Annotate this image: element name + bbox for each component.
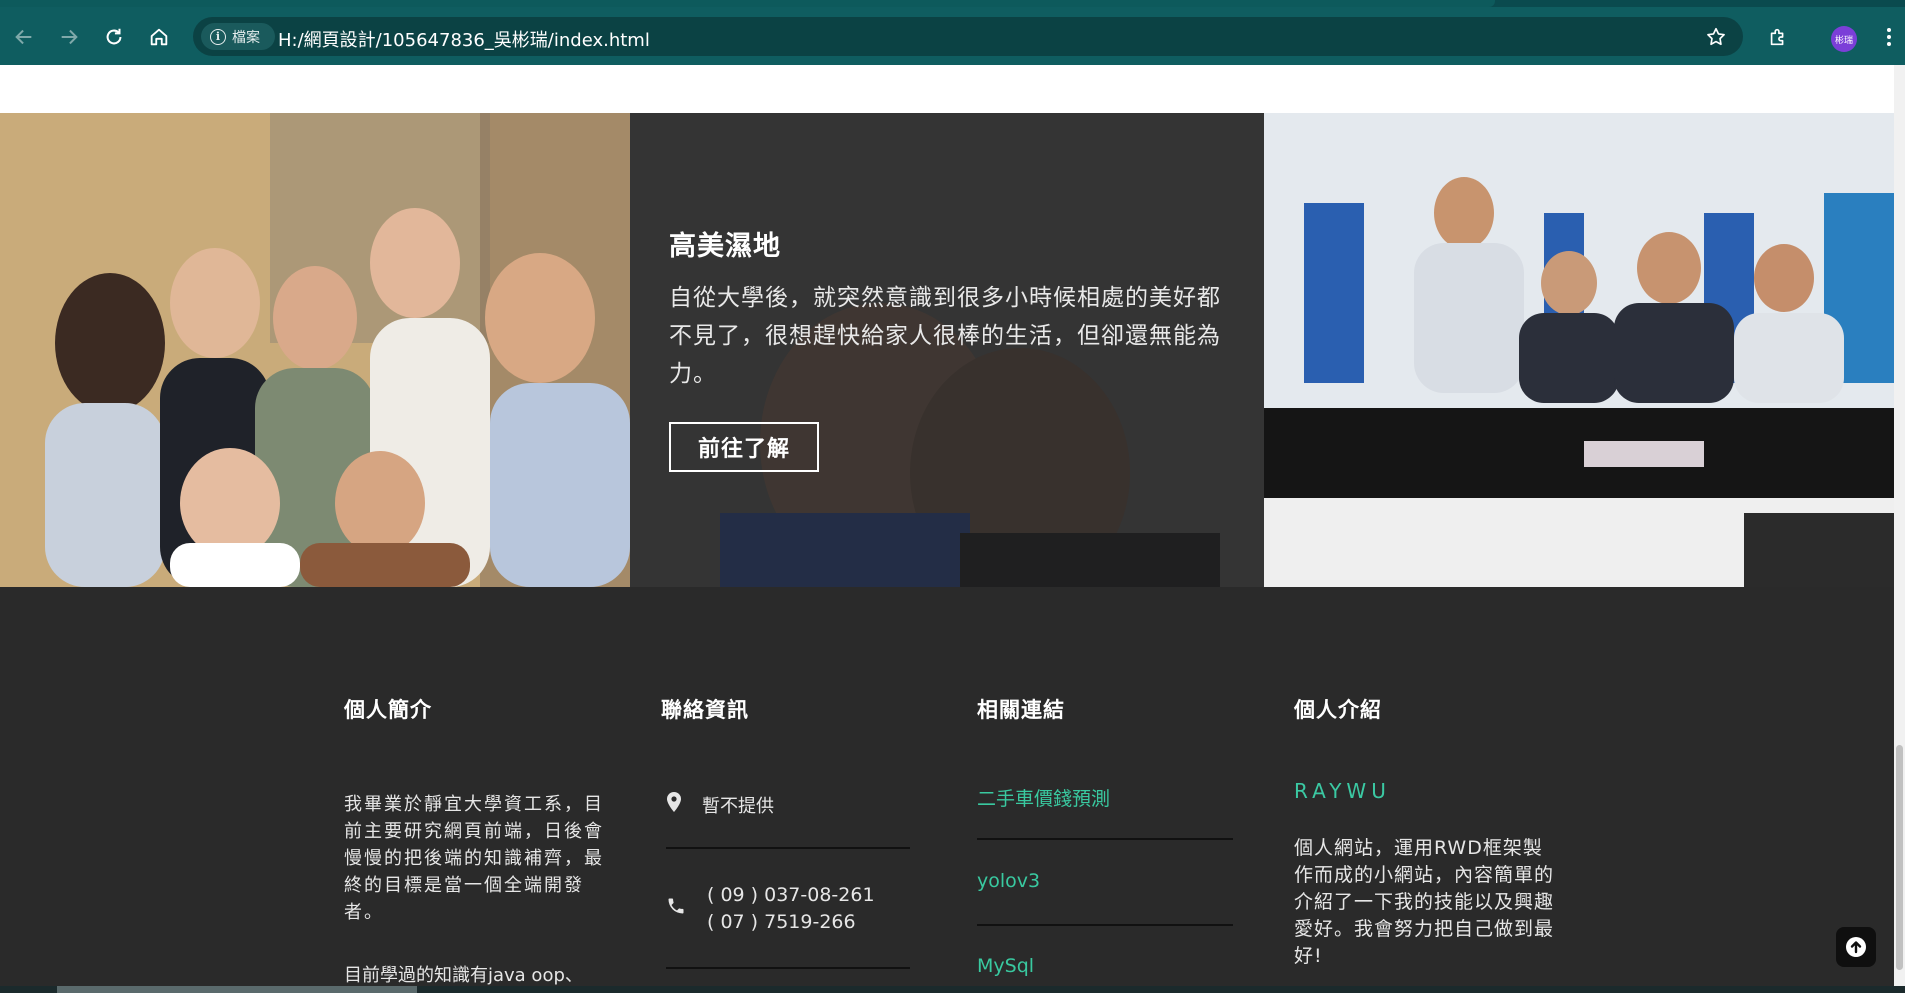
url-text[interactable]: H:/網頁設計/105647836_吳彬瑞/index.html (278, 26, 650, 52)
site-chip-label: 檔案 (232, 29, 260, 46)
learn-more-button[interactable]: 前往了解 (669, 422, 819, 472)
links-title: 相關連結 (977, 698, 1065, 722)
classmates-photo-art (1264, 113, 1894, 587)
contact-divider (666, 967, 910, 969)
star-icon (1707, 27, 1725, 46)
classmates-photo (1264, 113, 1894, 587)
phone-number-2: ( 07 ) 7519-266 (707, 911, 856, 933)
browser-menu-button[interactable] (1879, 21, 1899, 53)
back-to-top-button[interactable] (1836, 927, 1876, 967)
page-scrollbar[interactable] (1894, 65, 1905, 993)
reload-button[interactable] (98, 21, 130, 53)
about-title: 個人介紹 (1294, 698, 1382, 722)
profile-avatar[interactable]: 彬瑞 (1831, 26, 1857, 52)
reload-icon (106, 28, 122, 45)
horizontal-scrollbar-thumb[interactable] (57, 986, 417, 993)
about-text: 個人網站，運用RWD框架製作而成的小網站，內容簡單的介紹了一下我的技能以及興趣愛… (1294, 837, 1555, 967)
scrollbar-thumb[interactable] (1896, 745, 1903, 970)
arrow-left-icon (15, 29, 32, 45)
intro-title: 個人簡介 (344, 698, 432, 722)
back-button[interactable] (8, 21, 40, 53)
taskbar-strip (0, 986, 1905, 993)
brand-name: RAYWU (1294, 779, 1391, 803)
location-pin-icon (667, 792, 681, 812)
phone-icon (668, 898, 684, 914)
bookmark-button[interactable] (1700, 21, 1732, 53)
friends-group-photo (0, 113, 630, 587)
tab-strip (0, 0, 1905, 7)
link-mysql[interactable]: MySql (977, 955, 1034, 977)
active-tab[interactable] (0, 0, 1495, 7)
intro-text-2: 目前學過的知識有java oop、 (344, 965, 583, 986)
arrow-right-icon (61, 29, 78, 45)
forward-button[interactable] (53, 21, 85, 53)
photo-gallery: 高美濕地 自從大學後，就突然意識到很多小時候相處的美好都不見了，很想趕快給家人很… (0, 113, 1894, 587)
home-button[interactable] (143, 21, 175, 53)
caption-title: 高美濕地 (669, 231, 781, 262)
link-yolov3[interactable]: yolov3 (977, 870, 1040, 892)
more-vertical-icon (1887, 28, 1891, 46)
puzzle-icon (1770, 28, 1784, 46)
contact-title: 聯絡資訊 (661, 698, 749, 722)
caption-text: 自從大學後，就突然意識到很多小時候相處的美好都不見了，很想趕快給家人很棒的生活，… (669, 285, 1221, 387)
contact-divider (666, 847, 910, 849)
info-icon: i (210, 28, 226, 45)
friends-photo-art (0, 113, 630, 587)
intro-text: 我畢業於靜宜大學資工系，目前主要研究網頁前端，日後會慢慢的把後端的知識補齊，最終… (344, 794, 604, 923)
browser-toolbar: i 檔案 H:/網頁設計/105647836_吳彬瑞/index.html 彬瑞 (0, 7, 1905, 65)
address-bar[interactable]: i 檔案 H:/網頁設計/105647836_吳彬瑞/index.html (193, 17, 1743, 56)
home-icon (150, 28, 168, 46)
arrow-up-circle-icon (1846, 937, 1866, 957)
site-info-chip[interactable]: i 檔案 (201, 23, 275, 50)
link-divider (977, 838, 1233, 840)
phone-number-1: ( 09 ) 037-08-261 (707, 884, 875, 906)
address-text: 暫不提供 (702, 796, 774, 817)
link-divider (977, 924, 1233, 926)
link-used-car-price[interactable]: 二手車價錢預測 (977, 784, 1110, 811)
site-footer: 個人簡介 我畢業於靜宜大學資工系，目前主要研究網頁前端，日後會慢慢的把後端的知識… (0, 587, 1894, 993)
extensions-button[interactable] (1762, 21, 1794, 53)
